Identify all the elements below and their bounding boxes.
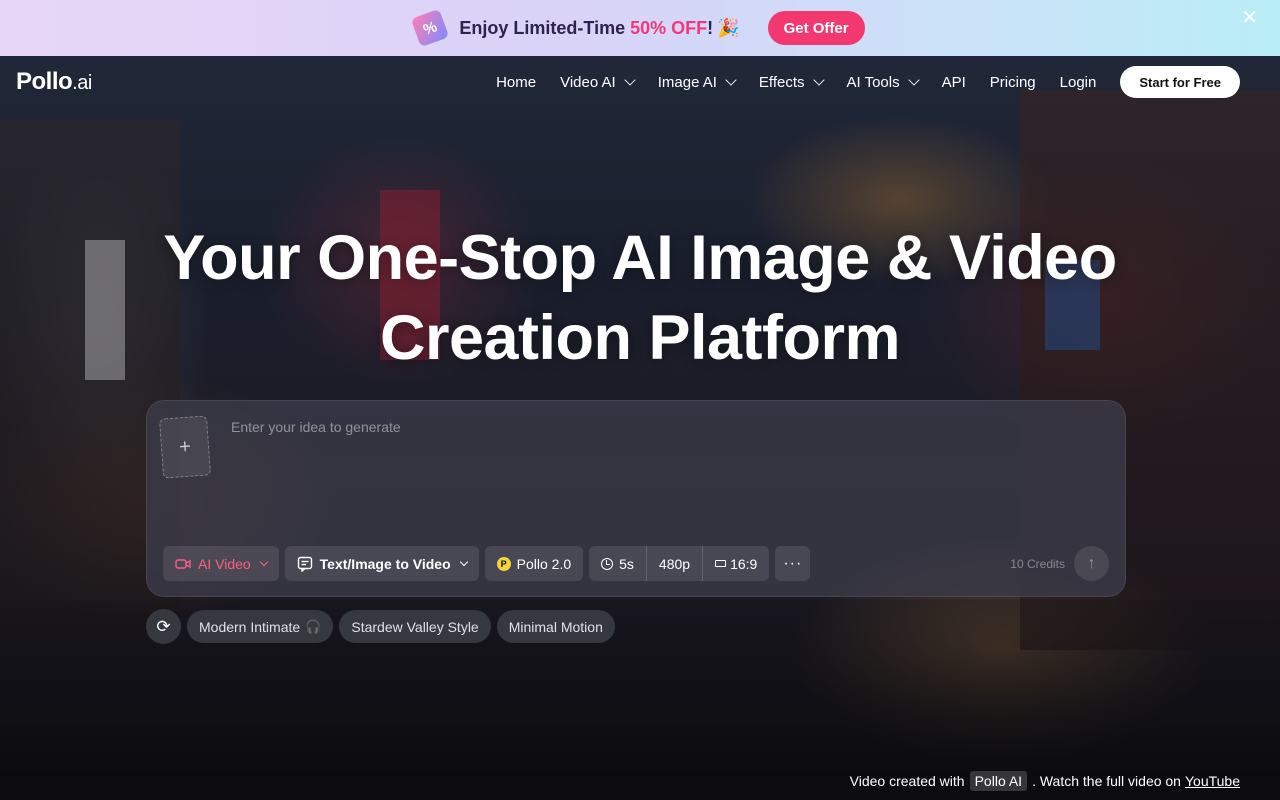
- aspect-ratio-setting[interactable]: 16:9: [702, 546, 769, 581]
- resolution-value: 480p: [658, 555, 691, 572]
- chevron-down-icon: [624, 74, 636, 86]
- resolution-setting[interactable]: 480p: [645, 546, 702, 581]
- promo-label: Enjoy Limited-Time: [459, 17, 626, 38]
- generation-mode-select[interactable]: Text/Image to Video: [284, 546, 479, 581]
- chevron-down-icon: [812, 74, 825, 86]
- nav-item-home[interactable]: Home: [496, 74, 536, 91]
- video-credit: Video created with Pollo AI . Watch the …: [850, 771, 1240, 791]
- promo-discount: 50% OFF: [630, 17, 708, 38]
- nav-item-label: Effects: [758, 73, 805, 91]
- nav-item-label: API: [941, 73, 966, 91]
- nav-item-effects[interactable]: Effects: [758, 73, 825, 91]
- duration-setting[interactable]: 5s: [589, 546, 646, 581]
- nav-item-api[interactable]: API: [942, 74, 966, 91]
- nav-item-label: Home: [496, 73, 537, 91]
- nav-item-image-ai[interactable]: Image AI: [657, 73, 737, 91]
- duration-value: 5s: [619, 555, 634, 572]
- youtube-link[interactable]: YouTube: [1185, 773, 1240, 789]
- suggestion-chip[interactable]: Modern Intimate 🎧: [187, 610, 334, 643]
- model-label: Pollo 2.0: [516, 555, 572, 572]
- nav-links: Home Video AI Image AI Effects AI Tools …: [472, 66, 1240, 98]
- text-image-icon: [297, 556, 312, 572]
- video-settings-select[interactable]: 5s 480p 16:9: [589, 546, 770, 581]
- prompt-suggestions: ⟳ Modern Intimate 🎧 Stardew Valley Style…: [146, 609, 615, 644]
- suggestion-label: Minimal Motion: [508, 618, 603, 635]
- suggestion-chip[interactable]: Stardew Valley Style: [339, 610, 491, 643]
- aspect-ratio-icon: [715, 560, 727, 567]
- nav-item-login[interactable]: Login: [1060, 74, 1097, 91]
- credits-counter: 10 Credits: [1010, 557, 1065, 571]
- start-for-free-button[interactable]: Start for Free: [1120, 66, 1240, 98]
- more-options-button[interactable]: ···: [775, 546, 811, 581]
- headphones-icon: 🎧: [305, 618, 322, 634]
- nav-item-label: Image AI: [657, 73, 717, 91]
- prompt-box: + AI Video Text/Image to Video P Pollo 2…: [146, 400, 1126, 597]
- pollo-model-icon: P: [496, 556, 511, 571]
- suggestion-chip[interactable]: Minimal Motion: [496, 610, 615, 643]
- logo-wordmark: Pollo: [16, 68, 73, 95]
- nav-item-pricing[interactable]: Pricing: [990, 74, 1036, 91]
- top-navbar: Pollo .ai Home Video AI Image AI Effects …: [0, 56, 1280, 108]
- get-offer-button[interactable]: Get Offer: [767, 11, 865, 45]
- credit-prefix: Video created with: [849, 773, 965, 789]
- arrow-up-icon: ↑: [1087, 554, 1096, 572]
- nav-item-label: AI Tools: [846, 73, 900, 91]
- aspect-ratio-value: 16:9: [730, 555, 758, 572]
- chevron-down-icon: [907, 74, 920, 86]
- chevron-down-icon: [725, 74, 737, 86]
- promo-banner: % Enjoy Limited-Time 50% OFF ! 🎉 Get Off…: [0, 0, 1280, 56]
- hero-title-line: Your One-Stop AI Image & Video: [163, 223, 1117, 293]
- pollo-logo[interactable]: Pollo .ai: [16, 68, 92, 96]
- ai-video-label: AI Video: [198, 555, 251, 572]
- pollo-ai-tag: Pollo AI: [969, 771, 1028, 791]
- clock-icon: [601, 557, 614, 570]
- generation-mode-label: Text/Image to Video: [319, 555, 451, 572]
- chevron-down-icon: [259, 557, 268, 567]
- chevron-down-icon: [459, 557, 468, 567]
- nav-item-label: Login: [1059, 73, 1097, 91]
- hero-title-line: Creation Platform: [379, 303, 901, 373]
- refresh-icon: ⟳: [156, 616, 171, 636]
- promo-text: Enjoy Limited-Time 50% OFF ! 🎉: [459, 18, 739, 39]
- nav-item-label: Pricing: [989, 73, 1036, 91]
- suggestion-label: Stardew Valley Style: [351, 618, 479, 635]
- suggestion-label: Modern Intimate: [199, 618, 301, 635]
- ai-video-type-select[interactable]: AI Video: [163, 546, 279, 581]
- model-select[interactable]: P Pollo 2.0: [484, 546, 584, 581]
- ellipsis-icon: ···: [783, 554, 803, 572]
- hero-title: Your One-Stop AI Image & Video Creation …: [0, 218, 1280, 378]
- generate-button[interactable]: ↑: [1074, 546, 1109, 581]
- nav-item-ai-tools[interactable]: AI Tools: [846, 73, 920, 91]
- logo-suffix: .ai: [72, 72, 92, 94]
- upload-image-button[interactable]: +: [158, 415, 212, 479]
- credit-middle: . Watch the full video on: [1032, 773, 1181, 789]
- close-icon[interactable]: ✕: [1241, 8, 1258, 28]
- prompt-toolbar: AI Video Text/Image to Video P Pollo 2.0…: [163, 546, 811, 581]
- nav-item-video-ai[interactable]: Video AI: [560, 73, 636, 91]
- nav-item-label: Video AI: [560, 73, 616, 91]
- plus-icon: +: [178, 435, 192, 458]
- party-popper-icon: 🎉: [717, 17, 740, 38]
- prompt-input[interactable]: [231, 419, 1091, 519]
- video-camera-icon: [175, 558, 191, 569]
- refresh-suggestions-button[interactable]: ⟳: [146, 609, 181, 644]
- promo-exclamation: !: [707, 17, 714, 38]
- discount-ticket-icon: %: [411, 8, 450, 48]
